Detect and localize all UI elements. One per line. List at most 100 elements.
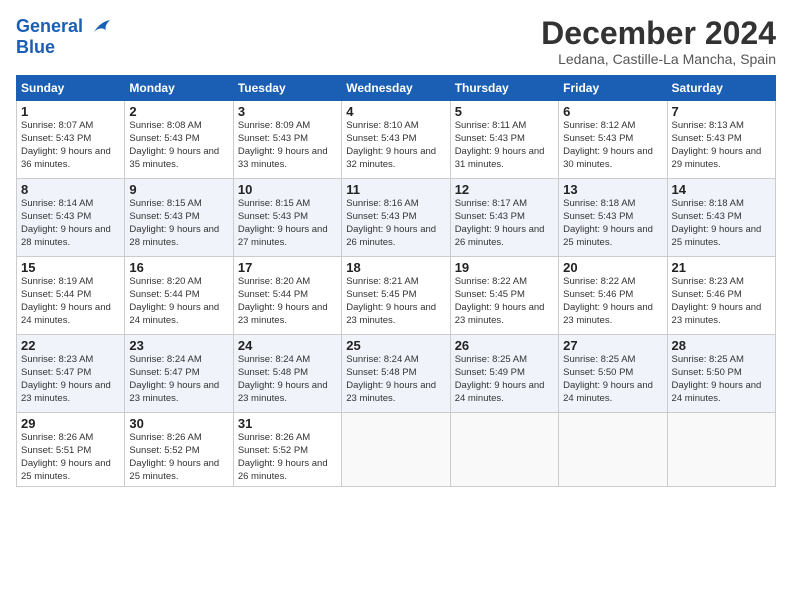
day-number: 14 — [672, 182, 771, 197]
col-header-tuesday: Tuesday — [233, 76, 341, 101]
day-number: 30 — [129, 416, 228, 431]
day-number: 1 — [21, 104, 120, 119]
cell-details: Sunrise: 8:26 AMSunset: 5:51 PMDaylight:… — [21, 432, 120, 483]
cell-details: Sunrise: 8:23 AMSunset: 5:46 PMDaylight:… — [672, 276, 771, 327]
cell-details: Sunrise: 8:23 AMSunset: 5:47 PMDaylight:… — [21, 354, 120, 405]
calendar-cell: 10Sunrise: 8:15 AMSunset: 5:43 PMDayligh… — [233, 179, 341, 257]
col-header-saturday: Saturday — [667, 76, 775, 101]
day-number: 11 — [346, 182, 445, 197]
day-number: 23 — [129, 338, 228, 353]
cell-details: Sunrise: 8:15 AMSunset: 5:43 PMDaylight:… — [238, 198, 337, 249]
day-number: 31 — [238, 416, 337, 431]
day-number: 19 — [455, 260, 554, 275]
logo-bird-icon — [90, 16, 112, 38]
day-number: 21 — [672, 260, 771, 275]
logo: General Blue — [16, 16, 112, 58]
cell-details: Sunrise: 8:09 AMSunset: 5:43 PMDaylight:… — [238, 120, 337, 171]
day-number: 10 — [238, 182, 337, 197]
cell-details: Sunrise: 8:24 AMSunset: 5:47 PMDaylight:… — [129, 354, 228, 405]
calendar-cell: 22Sunrise: 8:23 AMSunset: 5:47 PMDayligh… — [17, 335, 125, 413]
col-header-friday: Friday — [559, 76, 667, 101]
calendar-cell: 5Sunrise: 8:11 AMSunset: 5:43 PMDaylight… — [450, 101, 558, 179]
calendar-cell: 3Sunrise: 8:09 AMSunset: 5:43 PMDaylight… — [233, 101, 341, 179]
calendar-cell: 19Sunrise: 8:22 AMSunset: 5:45 PMDayligh… — [450, 257, 558, 335]
calendar-cell: 27Sunrise: 8:25 AMSunset: 5:50 PMDayligh… — [559, 335, 667, 413]
page: General Blue December 2024 Ledana, Casti… — [0, 0, 792, 612]
day-number: 8 — [21, 182, 120, 197]
col-header-sunday: Sunday — [17, 76, 125, 101]
calendar-cell: 2Sunrise: 8:08 AMSunset: 5:43 PMDaylight… — [125, 101, 233, 179]
cell-details: Sunrise: 8:11 AMSunset: 5:43 PMDaylight:… — [455, 120, 554, 171]
col-header-thursday: Thursday — [450, 76, 558, 101]
cell-details: Sunrise: 8:20 AMSunset: 5:44 PMDaylight:… — [238, 276, 337, 327]
day-number: 20 — [563, 260, 662, 275]
day-number: 26 — [455, 338, 554, 353]
day-number: 25 — [346, 338, 445, 353]
calendar-cell: 25Sunrise: 8:24 AMSunset: 5:48 PMDayligh… — [342, 335, 450, 413]
cell-details: Sunrise: 8:18 AMSunset: 5:43 PMDaylight:… — [672, 198, 771, 249]
day-number: 18 — [346, 260, 445, 275]
cell-details: Sunrise: 8:25 AMSunset: 5:49 PMDaylight:… — [455, 354, 554, 405]
calendar-cell: 7Sunrise: 8:13 AMSunset: 5:43 PMDaylight… — [667, 101, 775, 179]
calendar-cell: 29Sunrise: 8:26 AMSunset: 5:51 PMDayligh… — [17, 413, 125, 487]
calendar-cell — [342, 413, 450, 487]
calendar-cell: 14Sunrise: 8:18 AMSunset: 5:43 PMDayligh… — [667, 179, 775, 257]
calendar-cell: 4Sunrise: 8:10 AMSunset: 5:43 PMDaylight… — [342, 101, 450, 179]
cell-details: Sunrise: 8:26 AMSunset: 5:52 PMDaylight:… — [129, 432, 228, 483]
calendar-cell: 1Sunrise: 8:07 AMSunset: 5:43 PMDaylight… — [17, 101, 125, 179]
cell-details: Sunrise: 8:26 AMSunset: 5:52 PMDaylight:… — [238, 432, 337, 483]
title-area: December 2024 Ledana, Castille-La Mancha… — [541, 16, 776, 67]
cell-details: Sunrise: 8:10 AMSunset: 5:43 PMDaylight:… — [346, 120, 445, 171]
day-number: 4 — [346, 104, 445, 119]
calendar-header-row: SundayMondayTuesdayWednesdayThursdayFrid… — [17, 76, 776, 101]
header: General Blue December 2024 Ledana, Casti… — [16, 16, 776, 67]
day-number: 28 — [672, 338, 771, 353]
calendar-cell: 30Sunrise: 8:26 AMSunset: 5:52 PMDayligh… — [125, 413, 233, 487]
cell-details: Sunrise: 8:22 AMSunset: 5:46 PMDaylight:… — [563, 276, 662, 327]
cell-details: Sunrise: 8:24 AMSunset: 5:48 PMDaylight:… — [346, 354, 445, 405]
day-number: 2 — [129, 104, 228, 119]
calendar-cell: 17Sunrise: 8:20 AMSunset: 5:44 PMDayligh… — [233, 257, 341, 335]
day-number: 15 — [21, 260, 120, 275]
cell-details: Sunrise: 8:25 AMSunset: 5:50 PMDaylight:… — [672, 354, 771, 405]
cell-details: Sunrise: 8:20 AMSunset: 5:44 PMDaylight:… — [129, 276, 228, 327]
calendar-cell: 13Sunrise: 8:18 AMSunset: 5:43 PMDayligh… — [559, 179, 667, 257]
cell-details: Sunrise: 8:14 AMSunset: 5:43 PMDaylight:… — [21, 198, 120, 249]
day-number: 29 — [21, 416, 120, 431]
calendar-cell: 18Sunrise: 8:21 AMSunset: 5:45 PMDayligh… — [342, 257, 450, 335]
day-number: 6 — [563, 104, 662, 119]
calendar-cell: 8Sunrise: 8:14 AMSunset: 5:43 PMDaylight… — [17, 179, 125, 257]
cell-details: Sunrise: 8:08 AMSunset: 5:43 PMDaylight:… — [129, 120, 228, 171]
cell-details: Sunrise: 8:19 AMSunset: 5:44 PMDaylight:… — [21, 276, 120, 327]
logo-line1: General — [16, 16, 112, 38]
calendar-cell — [667, 413, 775, 487]
calendar-cell — [450, 413, 558, 487]
cell-details: Sunrise: 8:25 AMSunset: 5:50 PMDaylight:… — [563, 354, 662, 405]
cell-details: Sunrise: 8:12 AMSunset: 5:43 PMDaylight:… — [563, 120, 662, 171]
calendar-cell — [559, 413, 667, 487]
calendar-cell: 26Sunrise: 8:25 AMSunset: 5:49 PMDayligh… — [450, 335, 558, 413]
day-number: 24 — [238, 338, 337, 353]
calendar-cell: 16Sunrise: 8:20 AMSunset: 5:44 PMDayligh… — [125, 257, 233, 335]
day-number: 7 — [672, 104, 771, 119]
calendar-table: SundayMondayTuesdayWednesdayThursdayFrid… — [16, 75, 776, 487]
day-number: 16 — [129, 260, 228, 275]
col-header-wednesday: Wednesday — [342, 76, 450, 101]
day-number: 3 — [238, 104, 337, 119]
calendar-cell: 24Sunrise: 8:24 AMSunset: 5:48 PMDayligh… — [233, 335, 341, 413]
calendar-cell: 21Sunrise: 8:23 AMSunset: 5:46 PMDayligh… — [667, 257, 775, 335]
cell-details: Sunrise: 8:18 AMSunset: 5:43 PMDaylight:… — [563, 198, 662, 249]
calendar-cell: 15Sunrise: 8:19 AMSunset: 5:44 PMDayligh… — [17, 257, 125, 335]
cell-details: Sunrise: 8:21 AMSunset: 5:45 PMDaylight:… — [346, 276, 445, 327]
month-title: December 2024 — [541, 16, 776, 51]
day-number: 13 — [563, 182, 662, 197]
calendar-cell: 6Sunrise: 8:12 AMSunset: 5:43 PMDaylight… — [559, 101, 667, 179]
day-number: 27 — [563, 338, 662, 353]
calendar-cell: 28Sunrise: 8:25 AMSunset: 5:50 PMDayligh… — [667, 335, 775, 413]
calendar-cell: 12Sunrise: 8:17 AMSunset: 5:43 PMDayligh… — [450, 179, 558, 257]
logo-line2: Blue — [16, 38, 112, 58]
calendar-cell: 9Sunrise: 8:15 AMSunset: 5:43 PMDaylight… — [125, 179, 233, 257]
cell-details: Sunrise: 8:22 AMSunset: 5:45 PMDaylight:… — [455, 276, 554, 327]
day-number: 5 — [455, 104, 554, 119]
day-number: 12 — [455, 182, 554, 197]
